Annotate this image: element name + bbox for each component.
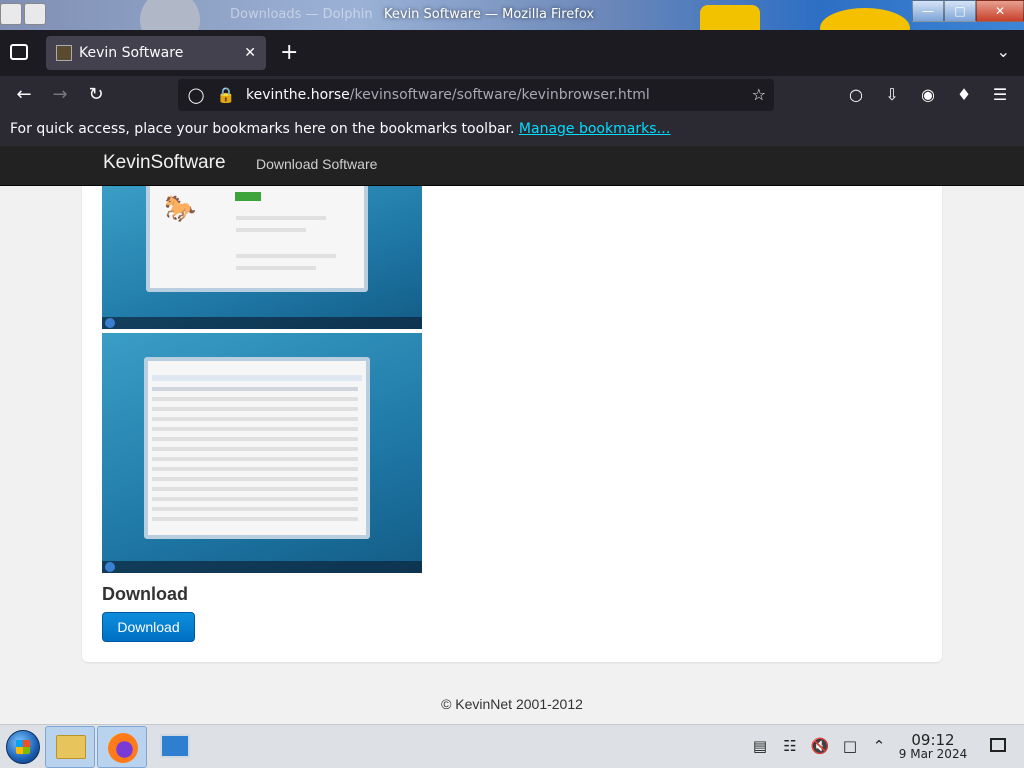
screenshot-start-orb [105, 562, 115, 572]
screenshot-row [152, 507, 358, 511]
screenshot-row [236, 216, 326, 220]
background-window-title: Downloads — Dolphin [230, 7, 373, 22]
wallpaper-blob [140, 0, 200, 30]
screenshot-toolbar [152, 375, 362, 381]
forward-arrow-icon[interactable]: → [49, 84, 71, 105]
clipboard-icon[interactable]: ☷ [780, 737, 800, 755]
window-title: Kevin Software — Mozilla Firefox [384, 7, 595, 22]
screenshot-row [152, 417, 358, 421]
horse-icon: 🐎 [164, 194, 197, 224]
tab-title: Kevin Software [79, 45, 184, 61]
start-button-icon[interactable] [6, 730, 40, 764]
screenshot-row [152, 437, 358, 441]
new-tab-icon[interactable]: + [280, 40, 298, 65]
account-icon[interactable]: ◉ [918, 85, 938, 104]
pocket-icon[interactable]: ○ [846, 85, 866, 104]
site-brand[interactable]: KevinSoftware [103, 152, 226, 174]
screenshot-row [152, 447, 358, 451]
url-bar[interactable]: ◯ 🔒 kevinthe.horse /kevinsoftware/softwa… [178, 79, 774, 111]
site-navbar: KevinSoftware Download Software [0, 146, 1024, 186]
show-desktop-icon[interactable] [990, 738, 1006, 752]
window-titlebar[interactable]: Downloads — Dolphin Kevin Software — Moz… [0, 0, 1024, 30]
screenshot-window [144, 357, 370, 539]
screenshot-row [152, 467, 358, 471]
screenshot-window: 🐎 [146, 186, 368, 292]
taskbar-file-manager[interactable] [45, 726, 95, 768]
screenshot-image [102, 333, 422, 573]
back-arrow-icon[interactable]: ← [13, 84, 35, 105]
tab-strip: Kevin Software ✕ + ⌄ [0, 30, 1024, 76]
screenshot-row [152, 427, 358, 431]
lock-icon[interactable]: 🔒 [216, 86, 236, 104]
screenshot-taskbar [102, 561, 422, 573]
navigation-toolbar: ← → ↻ ◯ 🔒 kevinthe.horse /kevinsoftware/… [0, 76, 1024, 114]
screenshot-row [236, 254, 336, 258]
os-taskbar: ▤ ☷ 🔇 □ ⌃ [0, 724, 1024, 768]
screenshot-row [236, 228, 306, 232]
clock-date[interactable]: 9 Mar 2024 [896, 747, 970, 761]
close-tab-icon[interactable]: ✕ [244, 45, 256, 61]
url-domain: kevinthe.horse [246, 87, 350, 103]
taskbar-system-settings[interactable] [149, 726, 199, 768]
page-content: 🐎 Download Download © KevinNet 2001-2012 [0, 186, 1024, 724]
tab-kevin-software[interactable]: Kevin Software ✕ [46, 36, 266, 70]
list-all-tabs-icon[interactable] [10, 44, 28, 60]
screenshot-row [152, 477, 358, 481]
network-icon[interactable]: ▤ [750, 737, 770, 755]
window-menu-icon[interactable] [24, 3, 46, 25]
url-path: /kevinsoftware/software/kevinbrowser.htm… [349, 87, 650, 103]
screenshot-row [152, 457, 358, 461]
screenshot-row [236, 266, 316, 270]
downloads-icon[interactable]: ⇩ [882, 85, 902, 104]
screenshot-start-orb [105, 318, 115, 328]
keyboard-layout-icon[interactable]: □ [840, 737, 860, 755]
nav-link-download-software[interactable]: Download Software [256, 156, 377, 172]
hamburger-menu-icon[interactable]: ☰ [990, 85, 1010, 104]
screenshot-row [152, 387, 358, 391]
screenshot-row [152, 407, 358, 411]
screenshot-row [152, 517, 358, 521]
screenshot-taskbar [102, 317, 422, 329]
taskbar-firefox[interactable] [97, 726, 147, 768]
download-button[interactable]: Download [102, 612, 195, 642]
content-card: 🐎 Download Download [82, 186, 942, 662]
bookmark-star-icon[interactable]: ☆ [752, 85, 766, 104]
screenshot-row [152, 397, 358, 401]
firefox-app-icon[interactable] [0, 3, 22, 25]
download-heading: Download [102, 584, 188, 604]
chevron-down-icon[interactable]: ⌄ [997, 42, 1010, 61]
window-controls: — □ ✕ [912, 0, 1024, 22]
wallpaper-blob [700, 5, 760, 30]
chevron-up-icon[interactable]: ⌃ [869, 737, 889, 755]
reload-icon[interactable]: ↻ [85, 84, 107, 105]
manage-bookmarks-link[interactable]: Manage bookmarks… [519, 121, 671, 137]
extensions-icon[interactable]: ♦ [954, 85, 974, 104]
screenshot-green-button [235, 192, 261, 201]
page-footer: © KevinNet 2001-2012 [441, 696, 583, 712]
screenshot-image: 🐎 [102, 186, 422, 329]
site-favicon-icon [56, 45, 72, 61]
wallpaper-blob [820, 8, 910, 30]
bookmarks-hint-text: For quick access, place your bookmarks h… [10, 121, 515, 137]
screenshot-row [152, 487, 358, 491]
monitor-icon [160, 734, 190, 758]
screenshot-row [152, 497, 358, 501]
minimize-icon[interactable]: — [912, 0, 944, 22]
bookmarks-toolbar: For quick access, place your bookmarks h… [0, 114, 1024, 146]
volume-muted-icon[interactable]: 🔇 [810, 737, 830, 755]
close-window-icon[interactable]: ✕ [976, 0, 1024, 22]
tracking-shield-icon[interactable]: ◯ [186, 86, 206, 104]
firefox-icon [108, 733, 138, 763]
folder-icon [56, 735, 86, 759]
maximize-icon[interactable]: □ [944, 0, 976, 22]
